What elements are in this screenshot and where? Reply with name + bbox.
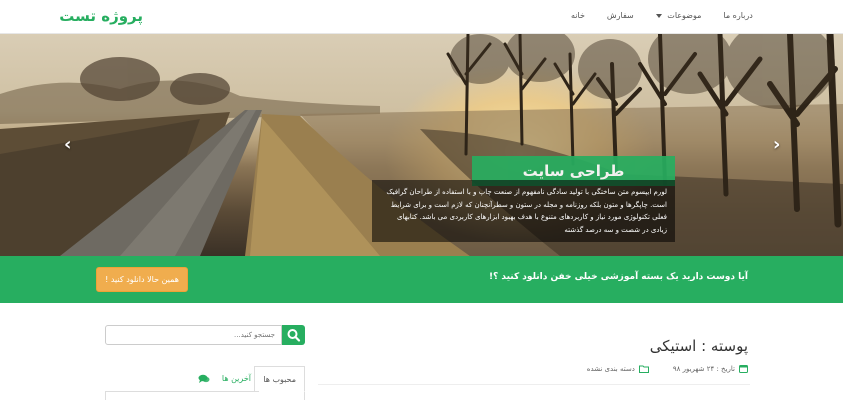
tab-latest[interactable]: آخرین ها [214, 366, 259, 392]
search-input[interactable] [105, 325, 282, 345]
post-date: تاریخ : ۲۴ شهریور ۹۸ [672, 364, 735, 373]
chevron-down-icon [655, 13, 662, 18]
cta-text: آیا دوست دارید یک بسته آموزشی خیلی خفن د… [488, 272, 748, 282]
comments-icon [198, 374, 210, 383]
site-brand[interactable]: پروژه تست [59, 7, 143, 25]
search-button[interactable] [282, 325, 305, 345]
nav-link-order[interactable]: سفارش [596, 11, 645, 20]
nav-link-topics[interactable]: موضوعات [645, 11, 713, 20]
download-now-button[interactable]: همین حالا دانلود کنید ! [96, 267, 188, 292]
post-meta: تاریخ : ۲۴ شهریور ۹۸ دسته بندی نشده [587, 364, 748, 373]
nav-link-topics-label: موضوعات [667, 11, 702, 20]
carousel-prev-arrow[interactable]: ‹ [64, 134, 71, 155]
search-form [105, 325, 305, 345]
nav-link-home[interactable]: خانه [560, 11, 596, 20]
nav-link-about[interactable]: درباره ما [712, 11, 763, 20]
tab-popular[interactable]: محبوب ها [254, 366, 305, 392]
folder-icon [638, 365, 649, 373]
calendar-icon [739, 365, 748, 373]
post-title[interactable]: پوسته : استیکی [650, 337, 748, 355]
tab-content [105, 392, 305, 400]
hero-carousel: ‹ › طراحی سایت لورم ایپسوم متن ساختگی با… [0, 34, 843, 256]
navbar: پروژه تست خانه سفارش موضوعات درباره ما [0, 0, 843, 34]
post-divider [318, 384, 750, 385]
nav-links: خانه سفارش موضوعات درباره ما [560, 11, 764, 20]
carousel-next-arrow[interactable]: › [773, 134, 780, 155]
search-icon [287, 329, 301, 342]
post-category[interactable]: دسته بندی نشده [587, 365, 635, 373]
carousel-caption-text: لورم ایپسوم متن ساختگی با تولید سادگی نا… [372, 180, 675, 242]
